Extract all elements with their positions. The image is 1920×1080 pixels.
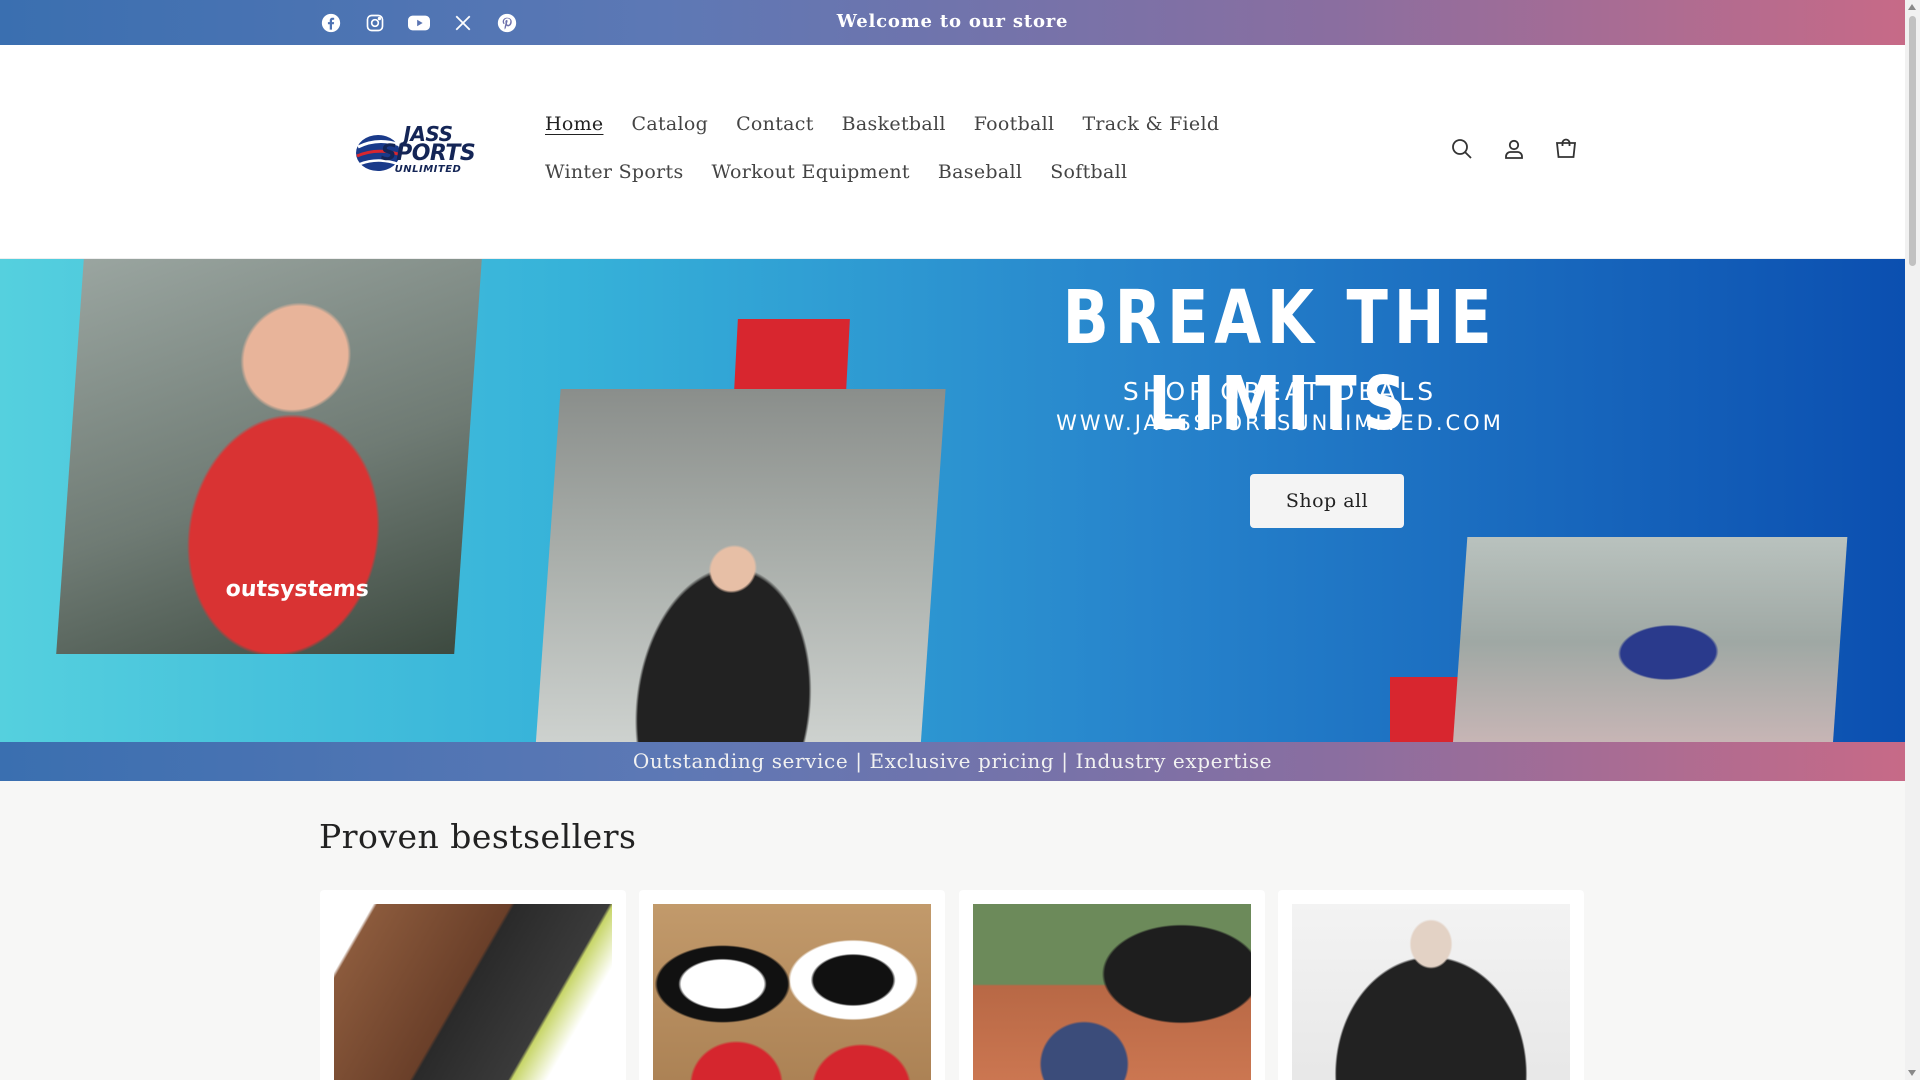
nav-item-home[interactable]: Home bbox=[545, 111, 603, 137]
hero-subtitle: SHOP GREAT DEALS bbox=[1122, 377, 1438, 406]
nav-item-catalog[interactable]: Catalog bbox=[631, 111, 708, 137]
announcement-text: Welcome to our store bbox=[836, 11, 1069, 32]
hero-photo-runner: outsystems bbox=[56, 259, 482, 654]
main-nav: Home Catalog Contact Basketball Football… bbox=[545, 111, 1375, 185]
hero-photo-swimmer bbox=[535, 389, 946, 742]
nav-item-winter-sports[interactable]: Winter Sports bbox=[545, 159, 684, 185]
product-image bbox=[653, 904, 931, 1080]
product-image bbox=[1292, 904, 1570, 1080]
page-scrollbar[interactable] bbox=[1905, 0, 1920, 1080]
product-image bbox=[334, 904, 612, 1080]
hero-banner: outsystems BREAK THE LIMITS SHOP GREAT D… bbox=[0, 259, 1905, 742]
account-icon[interactable] bbox=[1500, 135, 1528, 163]
nav-item-baseball[interactable]: Baseball bbox=[938, 159, 1022, 185]
product-card[interactable] bbox=[1278, 890, 1584, 1080]
nav-item-football[interactable]: Football bbox=[974, 111, 1055, 137]
logo-wordmark: JASS SPORTS UNLIMITED bbox=[380, 122, 476, 175]
nav-item-basketball[interactable]: Basketball bbox=[842, 111, 946, 137]
cart-icon[interactable] bbox=[1552, 135, 1580, 163]
section-title: Proven bestsellers bbox=[319, 817, 637, 856]
hero-photo-cyclist bbox=[1452, 537, 1848, 742]
scroll-down-icon[interactable] bbox=[1908, 1070, 1916, 1076]
nav-item-contact[interactable]: Contact bbox=[736, 111, 814, 137]
nav-item-softball[interactable]: Softball bbox=[1050, 159, 1127, 185]
product-card[interactable] bbox=[320, 890, 626, 1080]
shop-all-button[interactable]: Shop all bbox=[1250, 474, 1404, 528]
nav-item-track-field[interactable]: Track & Field bbox=[1082, 111, 1219, 137]
product-card[interactable] bbox=[959, 890, 1265, 1080]
scroll-up-icon[interactable] bbox=[1908, 4, 1916, 10]
hero-url: WWW.JASSSPORTSUNLIMITED.COM bbox=[1056, 411, 1504, 435]
jersey-sponsor-text: outsystems bbox=[224, 577, 370, 602]
tagline-bar: Outstanding service | Exclusive pricing … bbox=[0, 742, 1905, 781]
product-card[interactable] bbox=[639, 890, 945, 1080]
nav-item-workout-equipment[interactable]: Workout Equipment bbox=[712, 159, 910, 185]
scroll-thumb[interactable] bbox=[1909, 16, 1916, 266]
header-actions bbox=[1448, 135, 1580, 163]
product-image bbox=[973, 904, 1251, 1080]
bestsellers-section: Proven bestsellers bbox=[0, 781, 1905, 1080]
site-header: JASS SPORTS UNLIMITED Home Catalog Conta… bbox=[0, 45, 1905, 259]
announcement-bar: Welcome to our store bbox=[0, 0, 1905, 45]
search-icon[interactable] bbox=[1448, 135, 1476, 163]
